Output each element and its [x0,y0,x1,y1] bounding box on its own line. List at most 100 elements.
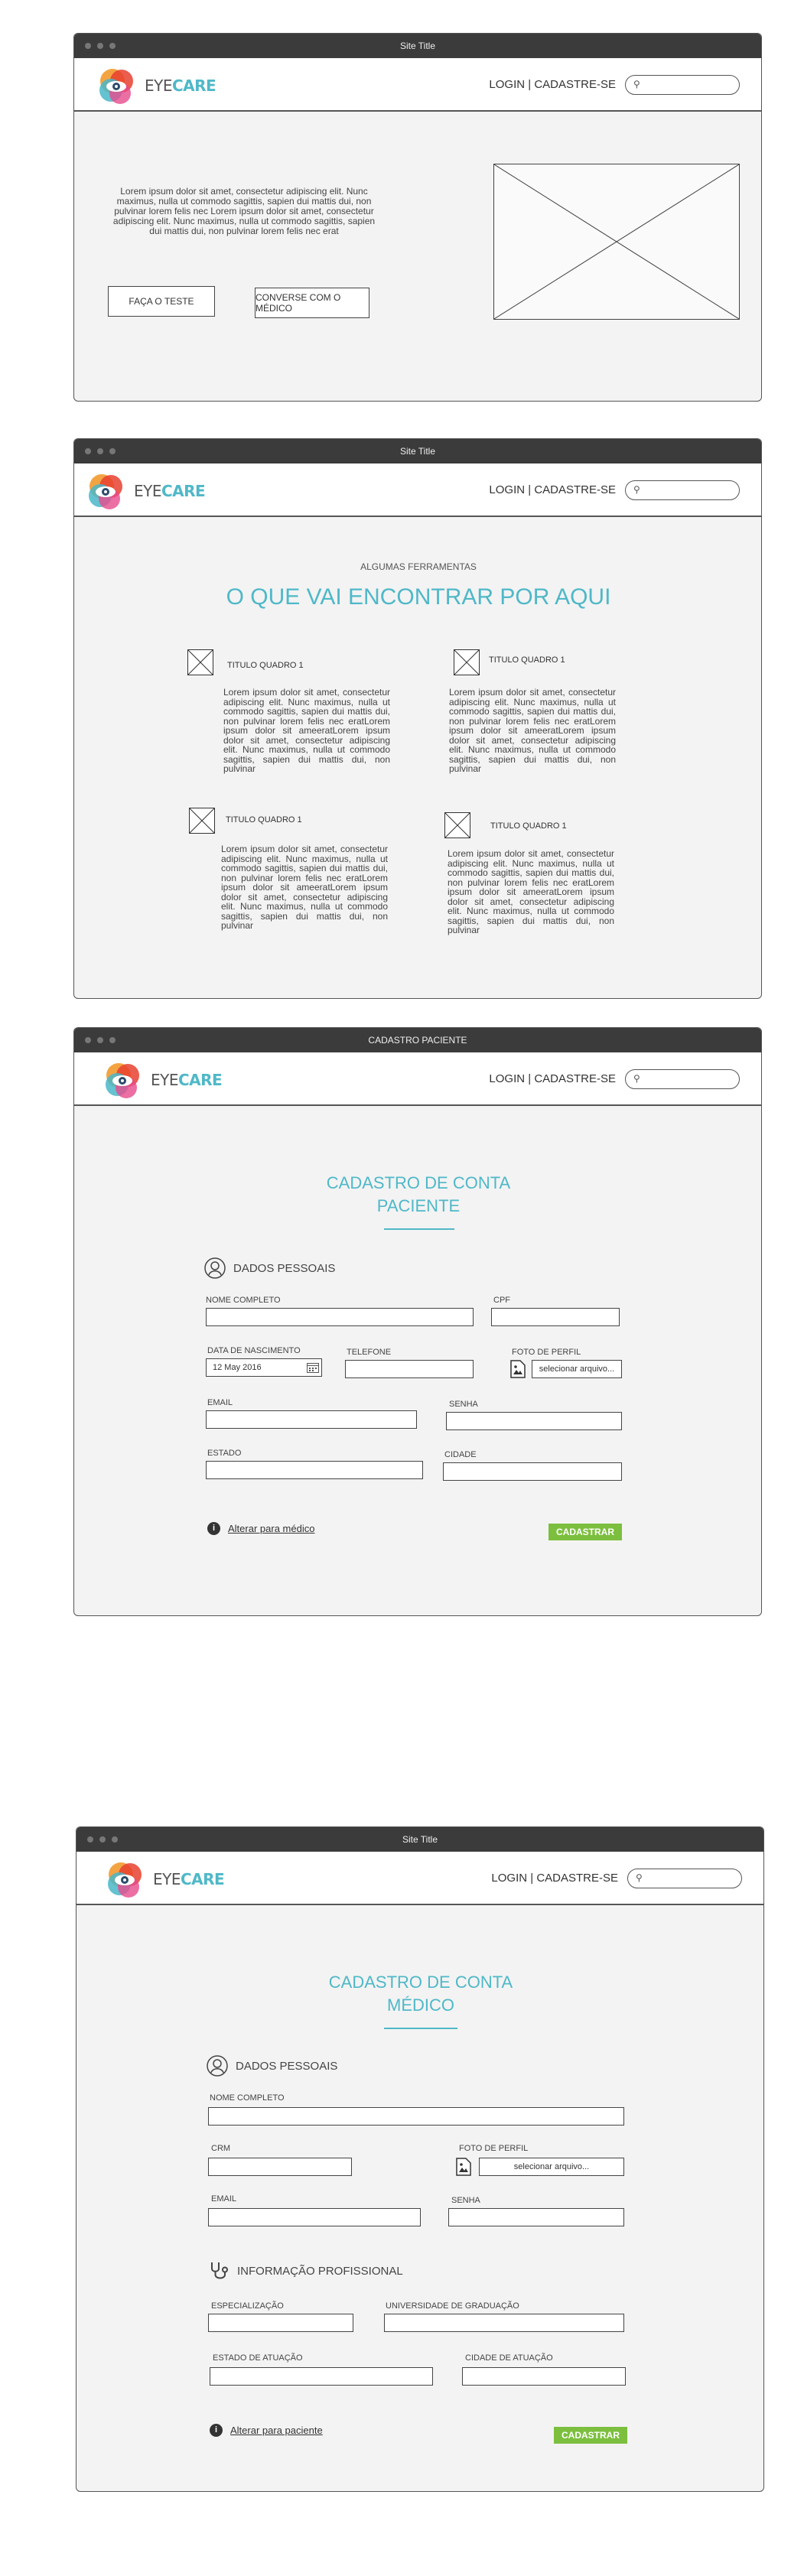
section-subtitle: ALGUMAS FERRAMENTAS [360,561,477,572]
info-icon: i [210,2424,223,2437]
window-title: CADASTRO PACIENTE [368,1035,467,1046]
form-title: CADASTRO DE CONTA MÉDICO [328,1973,513,2015]
window-home: Site Title EYECARE LOGIN | CADASTRE-SE ⚲… [73,33,762,402]
image-file-icon [456,2158,471,2176]
switch-to-patient-link[interactable]: i Alterar para paciente [210,2424,323,2437]
info-icon: i [207,1522,220,1535]
crm-input[interactable] [208,2158,352,2176]
label-photo: FOTO DE PERFIL [512,1348,581,1357]
specialization-input[interactable] [208,2314,353,2332]
email-input[interactable] [206,1410,417,1429]
card-image-icon [189,808,215,834]
label-crm: CRM [211,2144,231,2153]
card-image-icon [444,812,470,838]
label-city: CIDADE DE ATUAÇÃO [465,2353,553,2363]
form-title: CADASTRO DE CONTA PACIENTE [326,1173,511,1215]
card-image-icon [187,649,213,675]
name-input[interactable] [208,2107,624,2126]
section-personal-data: DADOS PESSOAIS [204,1257,335,1279]
cpf-input[interactable] [491,1308,620,1326]
window-title: Site Title [399,41,436,51]
register-button[interactable]: CADASTRAR [548,1524,622,1540]
label-photo: FOTO DE PERFIL [459,2144,529,2153]
window-controls[interactable] [87,1836,118,1843]
card-title: TITULO QUADRO 1 [489,655,565,665]
calendar-icon[interactable] [307,1362,319,1373]
image-file-icon [510,1360,526,1378]
label-email: EMAIL [207,1398,233,1407]
search-icon: ⚲ [633,79,640,89]
section-professional-info: INFORMAÇÃO PROFISSIONAL [208,2260,403,2282]
label-password: SENHA [451,2196,480,2205]
hero-image-placeholder [493,164,740,320]
phone-input[interactable] [345,1360,474,1378]
card-body: Lorem ipsum dolor sit amet, consectetur … [223,687,390,774]
label-name: NOME COMPLETO [210,2093,285,2103]
window-controls[interactable] [85,448,116,454]
section-title: O QUE VAI ENCONTRAR POR AQUI [226,584,611,610]
user-icon [207,2055,228,2077]
label-state: ESTADO [207,1449,242,1458]
site-header: EYECARE LOGIN | CADASTRE-SE ⚲ [74,58,761,112]
auth-links[interactable]: LOGIN | CADASTRE-SE [489,78,616,91]
select-file-button[interactable]: selecionar arquivo... [532,1360,622,1378]
state-input[interactable] [210,2367,433,2386]
title-underline [384,2028,457,2029]
site-header: EYECARE LOGIN | CADASTRE-SE ⚲ [74,1052,761,1106]
label-cpf: CPF [493,1296,510,1305]
logo-text: EYECARE [151,1071,223,1089]
auth-links[interactable]: LOGIN | CADASTRE-SE [491,1872,618,1885]
titlebar: Site Title [74,34,761,58]
search-input[interactable]: ⚲ [625,480,740,500]
auth-links[interactable]: LOGIN | CADASTRE-SE [489,483,616,496]
titlebar: CADASTRO PACIENTE [74,1028,761,1052]
label-city: CIDADE [444,1450,477,1459]
card-title: TITULO QUADRO 1 [490,821,567,831]
state-input[interactable] [206,1461,423,1479]
section-personal-data: DADOS PESSOAIS [207,2055,337,2077]
window-tools: Site Title EYECARE LOGIN | CADASTRE-SE ⚲… [73,438,762,999]
card-body: Lorem ipsum dolor sit amet, consectetur … [221,844,388,931]
register-button[interactable]: CADASTRAR [554,2427,627,2444]
test-button[interactable]: FAÇA O TESTE [108,286,215,317]
window-title: Site Title [399,446,436,457]
label-university: UNIVERSIDADE DE GRADUAÇÃO [386,2301,519,2311]
label-birth: DATA DE NASCIMENTO [207,1346,301,1355]
titlebar: Site Title [76,1827,763,1852]
stethoscope-icon [211,2262,228,2279]
window-patient-registration: CADASTRO PACIENTE EYECARE LOGIN | CADAST… [73,1027,762,1616]
search-input[interactable]: ⚲ [627,1869,742,1888]
window-controls[interactable] [85,43,116,49]
site-header: EYECARE LOGIN | CADASTRE-SE ⚲ [76,1852,763,1905]
birth-date-input[interactable]: 12 May 2016 [206,1358,322,1377]
card-body: Lorem ipsum dolor sit amet, consectetur … [448,848,614,935]
city-input[interactable] [462,2367,626,2386]
card-image-icon [454,649,480,675]
email-input[interactable] [208,2208,421,2226]
search-icon: ⚲ [633,1073,640,1084]
search-input[interactable]: ⚲ [625,75,740,95]
label-specialization: ESPECIALIZAÇÃO [211,2301,284,2311]
logo-text: EYECARE [134,482,206,500]
label-email: EMAIL [211,2194,237,2204]
window-title: Site Title [402,1834,438,1845]
password-input[interactable] [446,1412,622,1430]
hero-text: Lorem ipsum dolor sit amet, consectetur … [112,186,376,236]
label-state: ESTADO DE ATUAÇÃO [213,2353,303,2363]
switch-to-doctor-link[interactable]: i Alterar para médico [207,1522,314,1535]
password-input[interactable] [448,2208,624,2226]
search-input[interactable]: ⚲ [625,1069,740,1089]
label-name: NOME COMPLETO [206,1296,281,1305]
label-password: SENHA [449,1400,478,1409]
city-input[interactable] [443,1462,622,1481]
name-input[interactable] [206,1308,474,1326]
title-underline [384,1228,454,1230]
label-phone: TELEFONE [347,1348,392,1357]
window-controls[interactable] [85,1037,116,1043]
talk-doctor-button[interactable]: CONVERSE COM O MÉDICO [255,288,369,318]
auth-links[interactable]: LOGIN | CADASTRE-SE [489,1072,616,1085]
search-icon: ⚲ [633,484,640,495]
window-doctor-registration: Site Title EYECARE LOGIN | CADASTRE-SE ⚲… [76,1826,764,2492]
select-file-button[interactable]: selecionar arquivo... [479,2158,624,2176]
university-input[interactable] [384,2314,624,2332]
